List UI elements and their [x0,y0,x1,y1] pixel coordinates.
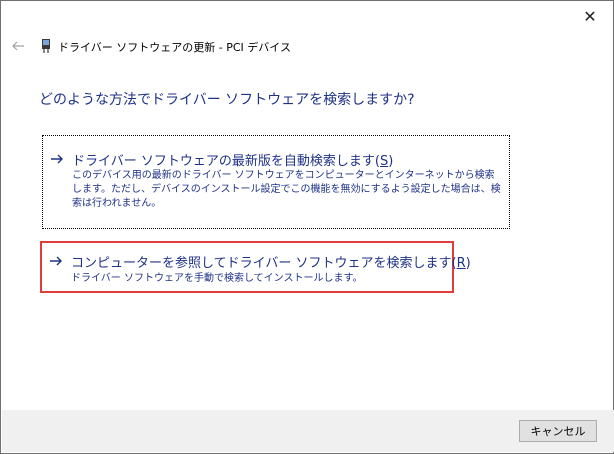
browse-computer-description: ドライバー ソフトウェアを手動で検索してインストールします。 [71,273,363,284]
dialog-header: ドライバー ソフトウェアの更新 - PCI デバイス [1,31,613,61]
update-driver-dialog: ✕ ドライバー ソフトウェアの更新 - PCI デバイス どのような方法でドライ… [0,0,614,454]
browse-computer-title: コンピューターを参照してドライバー ソフトウェアを検索します(R) [71,256,471,271]
close-button[interactable]: ✕ [567,1,613,31]
auto-search-option[interactable]: ドライバー ソフトウェアの最新版を自動検索します(S) このデバイス用の最新のド… [42,135,510,229]
dialog-title: ドライバー ソフトウェアの更新 - PCI デバイス [58,41,291,54]
close-icon: ✕ [583,6,597,26]
auto-search-title: ドライバー ソフトウェアの最新版を自動検索します(S) [72,154,394,169]
cancel-button[interactable]: キャンセル [519,420,597,442]
right-arrow-icon [51,154,63,164]
page-question: どのような方法でドライバー ソフトウェアを検索しますか? [39,92,415,108]
access-key: R [456,256,466,271]
dialog-footer: キャンセル [2,410,614,452]
device-icon [42,39,50,53]
right-arrow-icon [50,256,62,266]
access-key: S [379,154,389,169]
browse-computer-option[interactable]: コンピューターを参照してドライバー ソフトウェアを検索します(R) ドライバー … [40,241,471,293]
back-arrow-icon[interactable] [11,39,25,53]
auto-search-description: このデバイス用の最新のドライバー ソフトウェアをコンピューターとインターネットか… [72,170,501,209]
